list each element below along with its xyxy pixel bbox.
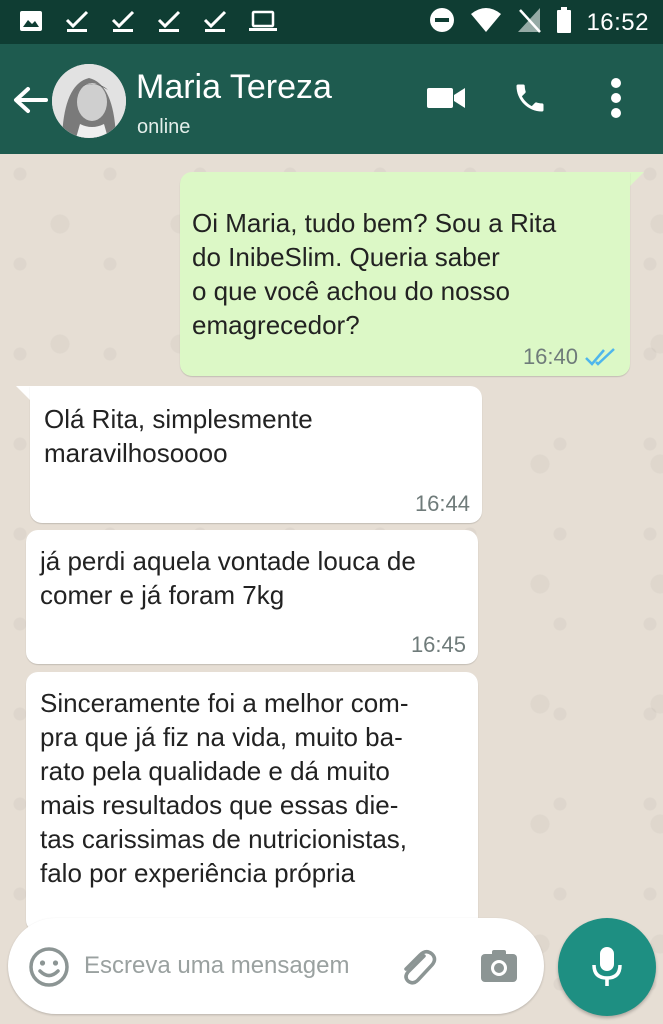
message-text: Oi Maria, tudo bem? Sou a Rita do InibeS… (192, 208, 557, 340)
battery-icon (556, 6, 572, 39)
chat-header: Maria Tereza online (0, 44, 663, 154)
attach-button[interactable] (394, 944, 440, 990)
avatar[interactable] (52, 64, 126, 138)
message-meta: 16:45 (411, 632, 466, 658)
mic-icon (592, 947, 622, 986)
message-time: 16:44 (414, 491, 470, 516)
more-options-button[interactable] (592, 74, 640, 122)
laptop-icon (248, 8, 278, 39)
clock: 16:52 (586, 8, 649, 36)
voice-message-button[interactable] (558, 918, 656, 1016)
camera-icon (481, 950, 517, 982)
message-meta: 16:44 (415, 491, 470, 517)
message-text: Sinceramente foi a melhor com- pra que j… (40, 688, 409, 888)
message-time: 16:45 (410, 632, 466, 657)
message-text: Olá Rita, simplesmente maravilhosoooo (44, 404, 313, 468)
video-call-button[interactable] (422, 74, 470, 122)
check-icon (64, 8, 90, 39)
contact-status: online (137, 116, 191, 138)
video-call-icon (427, 88, 465, 108)
attach-icon (404, 950, 437, 985)
system-icons: 16:52 (428, 6, 649, 39)
voice-call-button[interactable] (506, 74, 554, 122)
read-receipt-icon (585, 348, 615, 366)
bubble-tail (16, 386, 30, 400)
emoji-icon (29, 947, 69, 987)
contact-name[interactable]: Maria Tereza (136, 68, 332, 107)
no-signal-icon (516, 6, 542, 39)
do-not-disturb-icon (428, 6, 456, 39)
more-vert-icon (611, 78, 621, 118)
message-composer (8, 918, 544, 1014)
back-button[interactable] (10, 80, 50, 120)
camera-button[interactable] (478, 946, 520, 988)
wifi-icon (470, 6, 502, 39)
message-text: já perdi aquela vontade louca de comer e… (40, 546, 416, 610)
notification-icons (18, 8, 278, 39)
message-incoming[interactable]: já perdi aquela vontade louca de comer e… (26, 530, 478, 664)
message-input[interactable] (84, 948, 384, 984)
message-meta: 16:40 (523, 344, 618, 370)
check-icon (110, 8, 136, 39)
back-arrow-icon (14, 87, 48, 113)
status-bar: 16:52 (0, 0, 663, 44)
message-time: 16:40 (522, 344, 578, 369)
message-list[interactable]: Oi Maria, tudo bem? Sou a Rita do InibeS… (0, 154, 663, 1024)
message-incoming[interactable]: Sinceramente foi a melhor com- pra que j… (26, 672, 478, 932)
emoji-button[interactable] (28, 946, 70, 988)
image-icon (18, 8, 44, 39)
message-incoming[interactable]: Olá Rita, simplesmente maravilhosoooo 16… (30, 386, 482, 523)
message-outgoing[interactable]: Oi Maria, tudo bem? Sou a Rita do InibeS… (180, 172, 630, 376)
bubble-tail (630, 172, 644, 186)
phone-icon (516, 84, 544, 112)
check-icon (156, 8, 182, 39)
check-icon (202, 8, 228, 39)
